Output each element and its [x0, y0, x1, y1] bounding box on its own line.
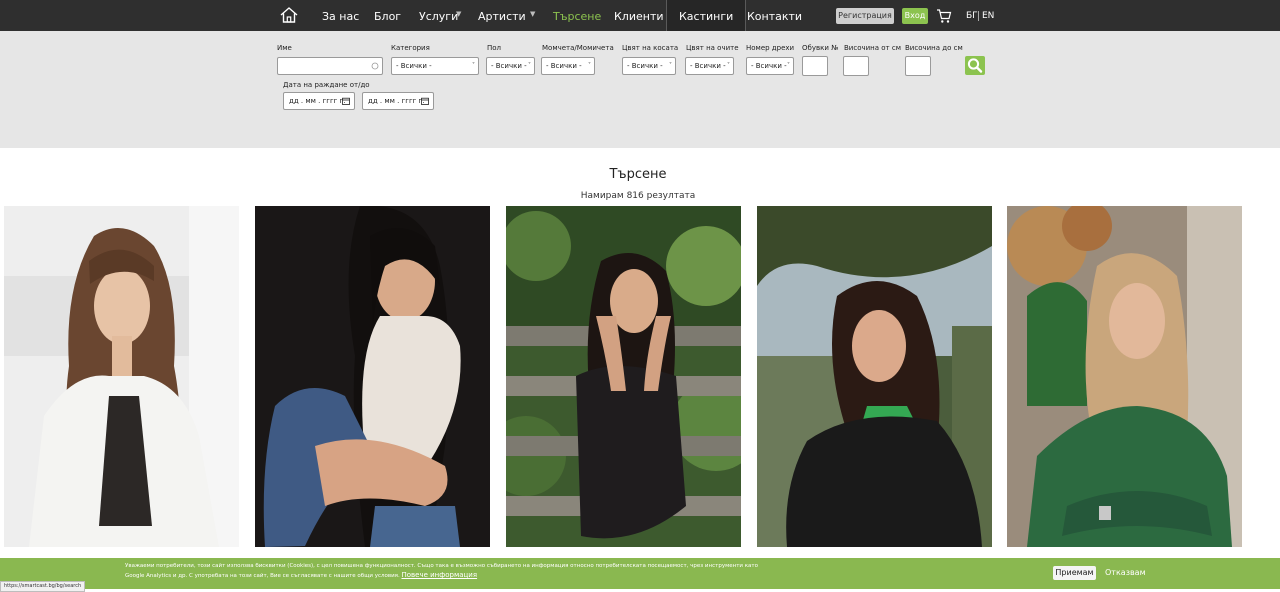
kids-select[interactable]: - Всички - ˅: [541, 57, 595, 75]
artist-card-5[interactable]: [1007, 206, 1242, 547]
artist-card-4[interactable]: [757, 206, 992, 547]
lang-en-link[interactable]: EN: [982, 0, 994, 31]
birth-date-from-input[interactable]: дд . мм . гггг г.: [283, 92, 355, 110]
nav-item-artists[interactable]: Артисти: [478, 0, 526, 31]
name-label: Име: [277, 44, 292, 52]
artist-photo[interactable]: [255, 206, 490, 547]
clothes-size-select[interactable]: - Всички - ˅: [746, 57, 794, 75]
artist-card-1[interactable]: [4, 206, 239, 547]
cookie-more-link[interactable]: Повече информация: [401, 571, 477, 579]
page-title: Търсене: [609, 167, 667, 182]
nav-item-blog[interactable]: Блог: [374, 0, 401, 31]
clear-icon[interactable]: [371, 62, 379, 70]
hair-color-label: Цвят на косата: [622, 44, 679, 52]
home-icon[interactable]: [279, 5, 299, 25]
chevron-down-icon: ˅: [588, 62, 591, 69]
register-button[interactable]: Регистрация: [836, 8, 894, 24]
chevron-down-icon: ˅: [787, 62, 790, 69]
clothes-size-select-value: - Всички -: [751, 62, 787, 70]
cookie-accept-button[interactable]: Приемам: [1053, 566, 1096, 580]
cookie-decline-button[interactable]: Отказвам: [1105, 566, 1146, 580]
nav-item-castings[interactable]: Кастинги: [666, 0, 747, 31]
height-from-input[interactable]: [843, 56, 869, 76]
status-url: https://smartcast.bg/bg/search: [0, 581, 86, 592]
artist-photo[interactable]: [4, 206, 239, 547]
artist-photo[interactable]: [757, 206, 992, 547]
chevron-down-icon: ˅: [528, 62, 531, 69]
height-to-input[interactable]: [905, 56, 931, 76]
name-input[interactable]: [277, 57, 383, 75]
kids-select-value: - Всички -: [546, 62, 582, 70]
chevron-down-icon: ˅: [727, 62, 730, 69]
hair-color-select[interactable]: - Всички - ˅: [622, 57, 676, 75]
search-button[interactable]: [965, 56, 985, 75]
top-navigation: За нас Блог Услуги ▼ Артисти ▼ Търсене К…: [0, 0, 1280, 31]
clothes-size-label: Номер дрехи: [746, 44, 795, 52]
calendar-icon[interactable]: [342, 97, 350, 105]
eye-color-select-value: - Всички -: [690, 62, 726, 70]
nav-item-search[interactable]: Търсене: [553, 0, 601, 31]
height-from-label: Височина от см: [844, 44, 901, 52]
birth-date-to-input[interactable]: дд . мм . гггг г.: [362, 92, 434, 110]
nav-item-services[interactable]: Услуги: [419, 0, 458, 31]
results-count: Намирам 816 резултата: [580, 191, 696, 201]
login-button[interactable]: Вход: [902, 8, 928, 24]
shoe-size-label: Обувки №: [802, 44, 839, 52]
lang-separator: [978, 11, 979, 21]
birth-date-from-placeholder: дд . мм . гггг г.: [289, 97, 346, 105]
kids-label: Момчета/Момичета: [542, 44, 614, 52]
cookie-banner: Уважаеми потребители, този сайт използва…: [0, 558, 1280, 589]
services-caret-icon[interactable]: ▼: [456, 10, 461, 18]
gender-select-value: - Всички -: [491, 62, 527, 70]
chevron-down-icon: ˅: [669, 62, 672, 69]
nav-item-clients[interactable]: Клиенти: [614, 0, 664, 31]
cookie-text: Уважаеми потребители, този сайт използва…: [125, 562, 765, 581]
cart-icon[interactable]: [936, 8, 952, 24]
gender-label: Пол: [487, 44, 502, 52]
eye-color-label: Цвят на очите: [686, 44, 739, 52]
category-select[interactable]: - Всички - ˅: [391, 57, 479, 75]
nav-item-about[interactable]: За нас: [322, 0, 359, 31]
category-select-value: - Всички -: [396, 62, 432, 70]
chevron-down-icon: ˅: [472, 62, 475, 69]
category-label: Категория: [391, 44, 430, 52]
nav-item-contacts[interactable]: Контакти: [747, 0, 802, 31]
eye-color-select[interactable]: - Всички - ˅: [685, 57, 734, 75]
search-filters-panel: Име Категория - Всички - ˅ Пол - Всички -…: [0, 31, 1280, 148]
artists-caret-icon[interactable]: ▼: [530, 10, 535, 18]
artist-photo[interactable]: [506, 206, 741, 547]
lang-bg-link[interactable]: БГ: [966, 0, 978, 31]
shoe-size-input[interactable]: [802, 56, 828, 76]
height-to-label: Височина до см: [905, 44, 963, 52]
artist-card-3[interactable]: [506, 206, 741, 547]
gender-select[interactable]: - Всички - ˅: [486, 57, 535, 75]
artist-card-2[interactable]: [255, 206, 490, 547]
birth-date-label: Дата на раждане от/до: [283, 81, 370, 89]
hair-color-select-value: - Всички -: [627, 62, 663, 70]
calendar-icon[interactable]: [421, 97, 429, 105]
birth-date-to-placeholder: дд . мм . гггг г.: [368, 97, 425, 105]
artist-photo[interactable]: [1007, 206, 1242, 547]
